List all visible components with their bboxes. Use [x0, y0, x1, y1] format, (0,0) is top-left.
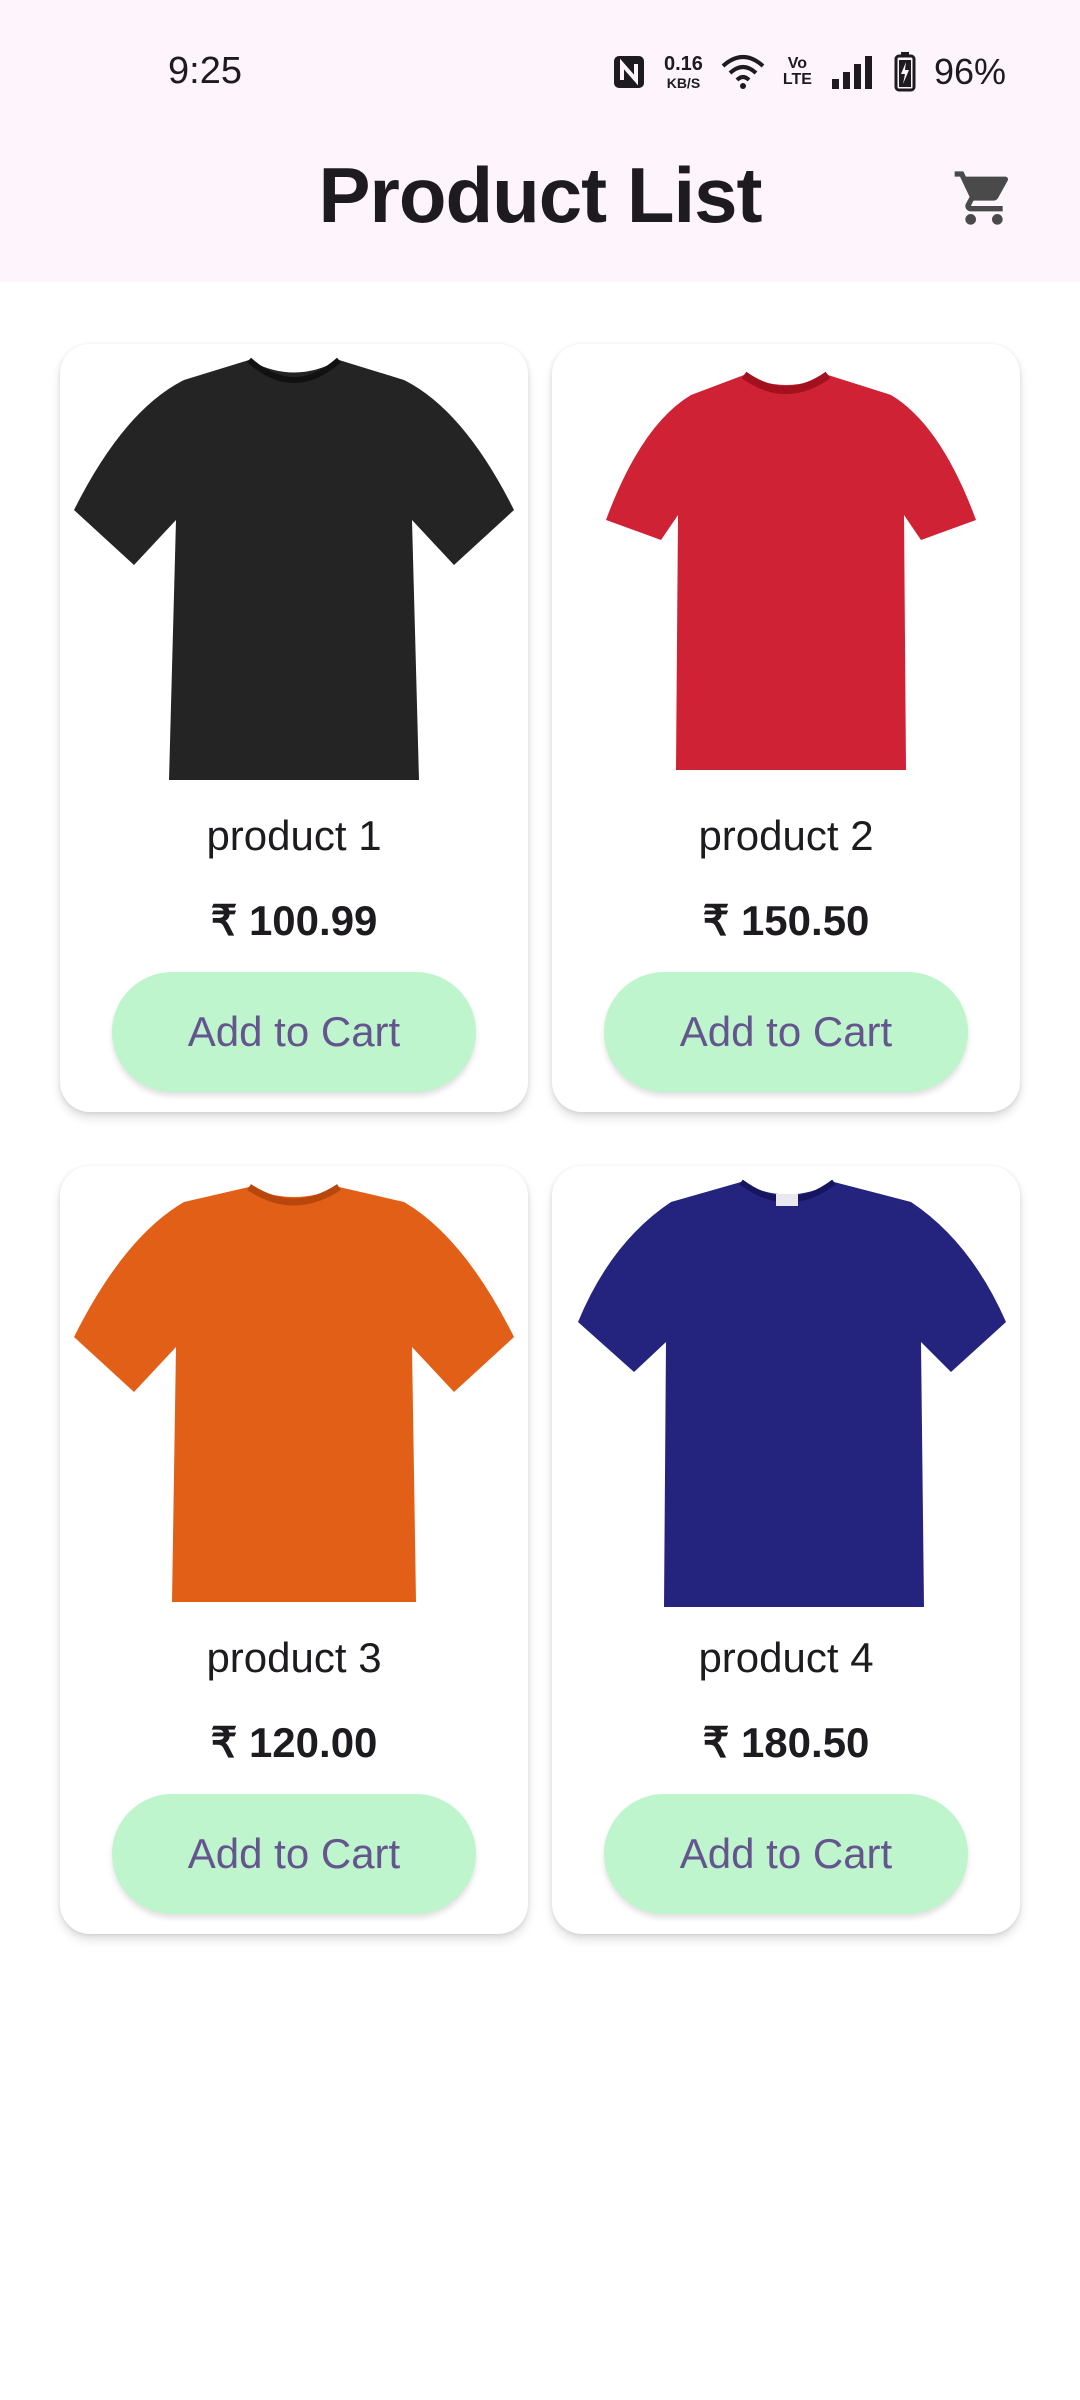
product-image: [564, 350, 1008, 790]
tshirt-shape: [578, 1182, 1006, 1607]
product-name: product 2: [698, 812, 874, 859]
product-price: ₹ 100.99: [210, 897, 378, 944]
product-image: [72, 1172, 516, 1612]
status-time: 9:25: [168, 50, 242, 92]
battery-percent: 96%: [933, 51, 1006, 92]
product-card[interactable]: product 3 ₹ 120.00 Add to Cart: [60, 1166, 528, 1934]
add-to-cart-button[interactable]: Add to Cart: [604, 972, 968, 1092]
nfc-icon: [612, 54, 646, 90]
product-name: product 4: [698, 1634, 874, 1681]
add-to-cart-button[interactable]: Add to Cart: [112, 1794, 476, 1914]
product-name: product 3: [206, 1634, 382, 1681]
tshirt-shape: [74, 360, 514, 780]
product-card[interactable]: product 1 ₹ 100.99 Add to Cart: [60, 344, 528, 1112]
app-root: 9:25 0.16 KB/S Vo LTE 96% Product List p…: [0, 0, 1080, 2400]
cart-button[interactable]: [944, 160, 1024, 240]
product-name: product 1: [206, 812, 382, 859]
volte-top: Vo: [787, 55, 808, 72]
product-price: ₹ 180.50: [702, 1719, 870, 1766]
product-price: ₹ 150.50: [702, 897, 870, 944]
status-icons: 0.16 KB/S Vo LTE 96%: [612, 44, 1006, 100]
net-speed-value: 0.16: [663, 53, 703, 75]
product-card[interactable]: product 2 ₹ 150.50 Add to Cart: [552, 344, 1020, 1112]
battery-icon: [894, 52, 916, 92]
product-card[interactable]: product 4 ₹ 180.50 Add to Cart: [552, 1166, 1020, 1934]
top-app-bar: 9:25 0.16 KB/S Vo LTE 96% Product List: [0, 0, 1080, 282]
wifi-icon: [721, 54, 765, 90]
tshirt-shape: [606, 375, 976, 770]
add-to-cart-button[interactable]: Add to Cart: [604, 1794, 968, 1914]
net-speed-indicator: 0.16 KB/S: [664, 54, 703, 90]
tshirt-shape: [74, 1187, 514, 1602]
product-price: ₹ 120.00: [210, 1719, 378, 1766]
page-title: Product List: [318, 151, 762, 239]
shopping-cart-icon: [952, 166, 1016, 235]
product-image: [564, 1172, 1008, 1612]
net-speed-unit: KB/S: [666, 75, 701, 91]
product-grid: product 1 ₹ 100.99 Add to Cart product 2…: [60, 344, 1020, 1934]
product-image: [72, 350, 516, 790]
signal-icon: [830, 55, 876, 89]
add-to-cart-button[interactable]: Add to Cart: [112, 972, 476, 1092]
volte-bottom: LTE: [782, 71, 812, 88]
volte-indicator: Vo LTE: [783, 56, 812, 88]
